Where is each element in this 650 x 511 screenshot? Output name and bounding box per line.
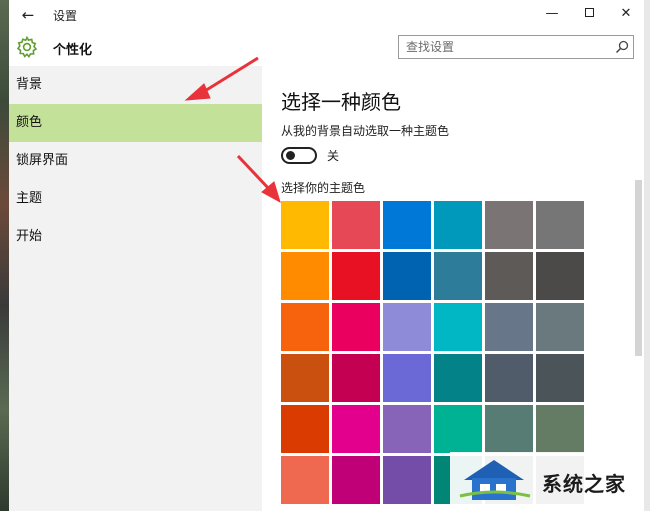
toggle-state-label: 关 xyxy=(327,149,340,163)
settings-window: ← 设置 — ✕ 个性化 背景 xyxy=(9,0,644,511)
main-content: 选择一种颜色 从我的背景自动选取一种主题色 关 选择你的主题色 xyxy=(262,66,644,511)
color-swatch[interactable] xyxy=(383,201,431,249)
color-swatch[interactable] xyxy=(536,201,584,249)
close-button[interactable]: ✕ xyxy=(611,3,641,25)
title-bar: ← 设置 — ✕ xyxy=(9,0,644,30)
color-swatch[interactable] xyxy=(383,405,431,453)
color-swatch[interactable] xyxy=(434,252,482,300)
auto-pick-label: 从我的背景自动选取一种主题色 xyxy=(281,124,450,138)
close-icon: ✕ xyxy=(620,6,632,21)
minimize-icon: — xyxy=(545,6,559,21)
sidebar-item-background[interactable]: 背景 xyxy=(9,66,262,104)
color-swatch[interactable] xyxy=(332,303,380,351)
search-input[interactable] xyxy=(399,36,604,58)
accent-color-label: 选择你的主题色 xyxy=(281,181,366,195)
maximize-button[interactable] xyxy=(574,3,604,25)
toggle-knob xyxy=(286,151,295,160)
color-swatch[interactable] xyxy=(434,303,482,351)
color-swatch[interactable] xyxy=(485,201,533,249)
color-swatch[interactable] xyxy=(485,354,533,402)
color-swatch[interactable] xyxy=(536,252,584,300)
color-swatch[interactable] xyxy=(281,456,329,504)
sidebar-item-start[interactable]: 开始 xyxy=(9,218,262,256)
color-swatch[interactable] xyxy=(536,303,584,351)
sidebar-item-label: 背景 xyxy=(16,77,43,92)
color-swatch[interactable] xyxy=(332,405,380,453)
color-swatch[interactable] xyxy=(281,252,329,300)
window-edge xyxy=(644,0,650,511)
color-swatch[interactable] xyxy=(332,456,380,504)
color-swatch[interactable] xyxy=(281,201,329,249)
minimize-button[interactable]: — xyxy=(537,3,567,25)
section-heading: 选择一种颜色 xyxy=(281,90,401,114)
sidebar-item-themes[interactable]: 主题 xyxy=(9,180,262,218)
color-swatch[interactable] xyxy=(332,201,380,249)
sidebar-item-label: 锁屏界面 xyxy=(16,153,69,168)
color-swatch[interactable] xyxy=(434,201,482,249)
sidebar-item-colors[interactable]: 颜色 xyxy=(9,104,262,142)
color-swatch[interactable] xyxy=(485,252,533,300)
gear-icon xyxy=(16,35,38,58)
auto-pick-toggle[interactable] xyxy=(281,147,317,164)
color-swatch[interactable] xyxy=(536,354,584,402)
sidebar-item-label: 开始 xyxy=(16,229,43,244)
desktop-background-strip xyxy=(0,0,9,511)
back-arrow-icon: ← xyxy=(21,6,35,24)
color-swatch[interactable] xyxy=(332,354,380,402)
search-box[interactable] xyxy=(398,35,634,59)
color-swatch[interactable] xyxy=(281,354,329,402)
watermark-text: 系统之家 xyxy=(542,472,626,496)
sidebar-item-lock-screen[interactable]: 锁屏界面 xyxy=(9,142,262,180)
search-icon xyxy=(615,40,629,54)
sidebar: 背景 颜色 锁屏界面 主题 开始 xyxy=(9,66,262,511)
back-button[interactable]: ← xyxy=(15,4,41,26)
page-title: 个性化 xyxy=(53,43,93,58)
page-header: 个性化 xyxy=(9,30,644,66)
window-title: 设置 xyxy=(53,9,78,23)
color-swatch[interactable] xyxy=(383,456,431,504)
color-swatch[interactable] xyxy=(383,252,431,300)
color-swatch[interactable] xyxy=(383,303,431,351)
sidebar-item-label: 主题 xyxy=(16,191,43,206)
scrollbar[interactable] xyxy=(635,180,642,356)
color-swatch[interactable] xyxy=(434,354,482,402)
color-swatch[interactable] xyxy=(485,303,533,351)
color-swatch[interactable] xyxy=(383,354,431,402)
maximize-icon xyxy=(584,8,594,17)
color-swatch[interactable] xyxy=(332,252,380,300)
color-swatch[interactable] xyxy=(281,303,329,351)
color-swatch[interactable] xyxy=(281,405,329,453)
sidebar-item-label: 颜色 xyxy=(16,115,43,130)
